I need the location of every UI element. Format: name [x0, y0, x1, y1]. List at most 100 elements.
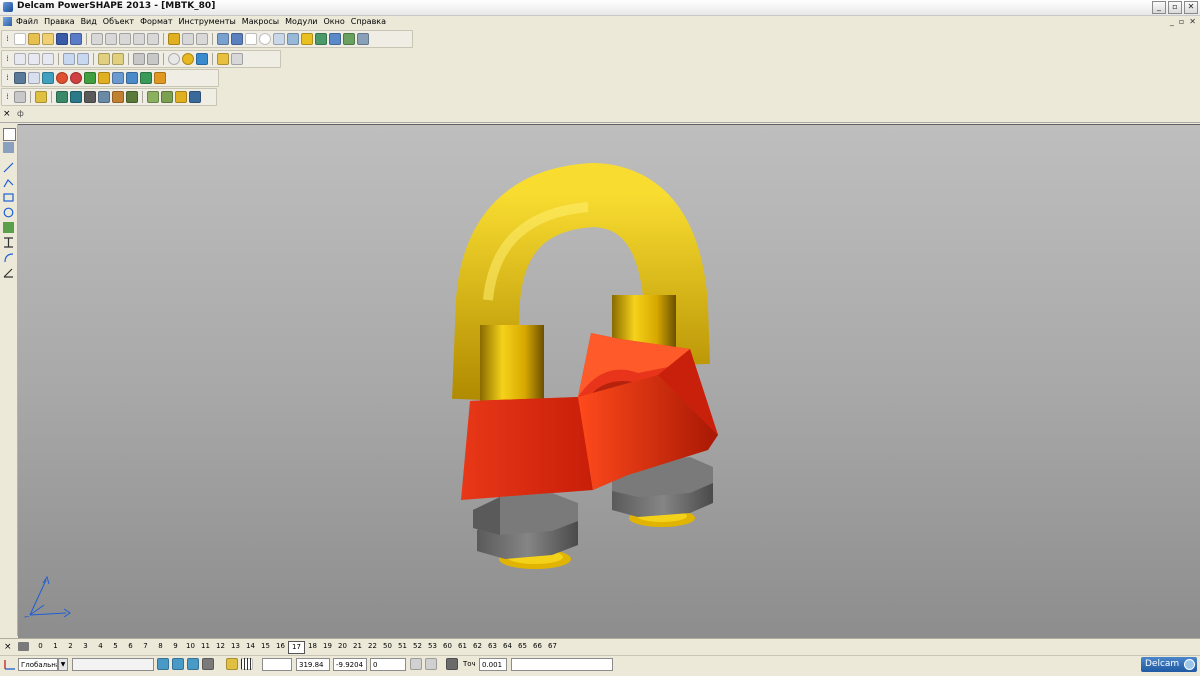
zoom-fit-icon[interactable]	[133, 53, 145, 65]
level-tab[interactable]: 6	[123, 641, 138, 652]
level-tab[interactable]: 5	[108, 641, 123, 652]
level-tab[interactable]: 14	[243, 641, 258, 652]
circle-icon[interactable]	[3, 207, 14, 218]
analysis-icon[interactable]	[189, 91, 201, 103]
menu-format[interactable]: Формат	[140, 16, 172, 28]
doc-minimize-button[interactable]: _	[1170, 16, 1174, 28]
toolbar-grip[interactable]: ⁞	[2, 51, 13, 67]
coord-z-field[interactable]: 0	[370, 658, 406, 671]
wireframe-icon[interactable]	[168, 53, 180, 65]
menu-file[interactable]: Файл	[16, 16, 38, 28]
solid-cube-icon[interactable]	[3, 222, 14, 233]
grid-icon[interactable]	[241, 658, 253, 670]
view-mode-4-icon[interactable]	[202, 658, 214, 670]
solid-icon[interactable]	[315, 33, 327, 45]
menu-macros[interactable]: Макросы	[242, 16, 279, 28]
level-tab[interactable]: 20	[335, 641, 350, 652]
level-tab[interactable]: 21	[350, 641, 365, 652]
arc-icon[interactable]	[3, 252, 14, 263]
menu-help[interactable]: Справка	[351, 16, 386, 28]
redo-icon[interactable]	[182, 33, 194, 45]
lighting-icon[interactable]	[217, 53, 229, 65]
menu-modules[interactable]: Модули	[285, 16, 317, 28]
surface-icon[interactable]	[329, 33, 341, 45]
component-icon[interactable]	[154, 72, 166, 84]
view-iso-icon[interactable]	[63, 53, 75, 65]
scale-icon[interactable]	[84, 91, 96, 103]
toolbar-grip[interactable]: ⁞	[2, 70, 13, 86]
bend-icon[interactable]	[301, 33, 313, 45]
document-icon[interactable]	[28, 72, 40, 84]
close-button[interactable]: ✕	[1184, 1, 1198, 14]
new-file-icon[interactable]	[14, 33, 26, 45]
workplane-select[interactable]: Глобальна	[18, 658, 58, 671]
copy-icon[interactable]	[105, 33, 117, 45]
level-tab[interactable]: 4	[93, 641, 108, 652]
surface-patch-icon[interactable]	[42, 72, 54, 84]
shaded-icon[interactable]	[182, 53, 194, 65]
limit-icon[interactable]	[112, 91, 124, 103]
delete-icon[interactable]	[133, 33, 145, 45]
document-icon[interactable]	[3, 17, 12, 26]
level-tab[interactable]: 16	[273, 641, 288, 652]
level-tab[interactable]: 22	[365, 641, 380, 652]
feature-icon[interactable]	[140, 72, 152, 84]
level-tab[interactable]: 53	[425, 641, 440, 652]
level-tab[interactable]: 19	[320, 641, 335, 652]
level-tab[interactable]: 9	[168, 641, 183, 652]
tools-icon[interactable]	[357, 33, 369, 45]
table-icon[interactable]	[425, 658, 437, 670]
copy-array-icon[interactable]	[126, 91, 138, 103]
view-side-icon[interactable]	[42, 53, 54, 65]
snap-icon[interactable]	[161, 91, 173, 103]
level-tab[interactable]: 1	[48, 641, 63, 652]
doc-restore-button[interactable]: ▫	[1179, 16, 1184, 28]
mesh-icon[interactable]	[70, 72, 82, 84]
menu-object[interactable]: Объект	[103, 16, 134, 28]
view-mode-2-icon[interactable]	[172, 658, 184, 670]
view-iso2-icon[interactable]	[77, 53, 89, 65]
angle-icon[interactable]	[3, 267, 14, 278]
undo-icon[interactable]	[168, 33, 180, 45]
save-as-icon[interactable]	[70, 33, 82, 45]
workplane-icon[interactable]	[3, 658, 17, 671]
level-manager-icon[interactable]	[18, 642, 29, 651]
snap-point-icon[interactable]	[226, 658, 238, 670]
level-tab[interactable]: 63	[485, 641, 500, 652]
coord-x-field[interactable]: 319.84	[296, 658, 330, 671]
offset-icon[interactable]	[98, 91, 110, 103]
select-filter-icon[interactable]	[217, 33, 229, 45]
zoom-in-icon[interactable]	[98, 53, 110, 65]
model-icon[interactable]	[343, 33, 355, 45]
repeat-icon[interactable]	[196, 33, 208, 45]
level-tab[interactable]: 52	[410, 641, 425, 652]
coord-y-field[interactable]: -9.9204	[333, 658, 367, 671]
toolbar-grip[interactable]: ⁞	[2, 31, 13, 47]
level-tab[interactable]: 2	[63, 641, 78, 652]
menu-window[interactable]: Окно	[324, 16, 345, 28]
level-tab[interactable]: 67	[545, 641, 560, 652]
menu-tools[interactable]: Инструменты	[179, 16, 236, 28]
select-arrow-icon[interactable]	[3, 128, 16, 141]
lasso-icon[interactable]	[273, 33, 285, 45]
cone-icon[interactable]	[84, 72, 96, 84]
zoom-out-icon[interactable]	[147, 53, 159, 65]
level-tab[interactable]: 15	[258, 641, 273, 652]
level-tab[interactable]: 18	[305, 641, 320, 652]
block-icon[interactable]	[112, 72, 124, 84]
workplane-dropdown-icon[interactable]: ▼	[58, 658, 68, 671]
view-front-icon[interactable]	[14, 53, 26, 65]
open-folder-icon[interactable]	[28, 33, 40, 45]
selection-box-icon[interactable]	[3, 142, 14, 153]
rotate-icon[interactable]	[70, 91, 82, 103]
solid-sphere-icon[interactable]	[56, 72, 68, 84]
shaded-wire-icon[interactable]	[196, 53, 208, 65]
circle-select-icon[interactable]	[259, 33, 271, 45]
view-top-icon[interactable]	[28, 53, 40, 65]
edit-points-icon[interactable]	[147, 91, 159, 103]
level-tab[interactable]: 60	[440, 641, 455, 652]
level-tab[interactable]: 65	[515, 641, 530, 652]
view-mode-1-icon[interactable]	[157, 658, 169, 670]
open-file-icon[interactable]	[42, 33, 54, 45]
smart-cursor-icon[interactable]	[287, 33, 299, 45]
